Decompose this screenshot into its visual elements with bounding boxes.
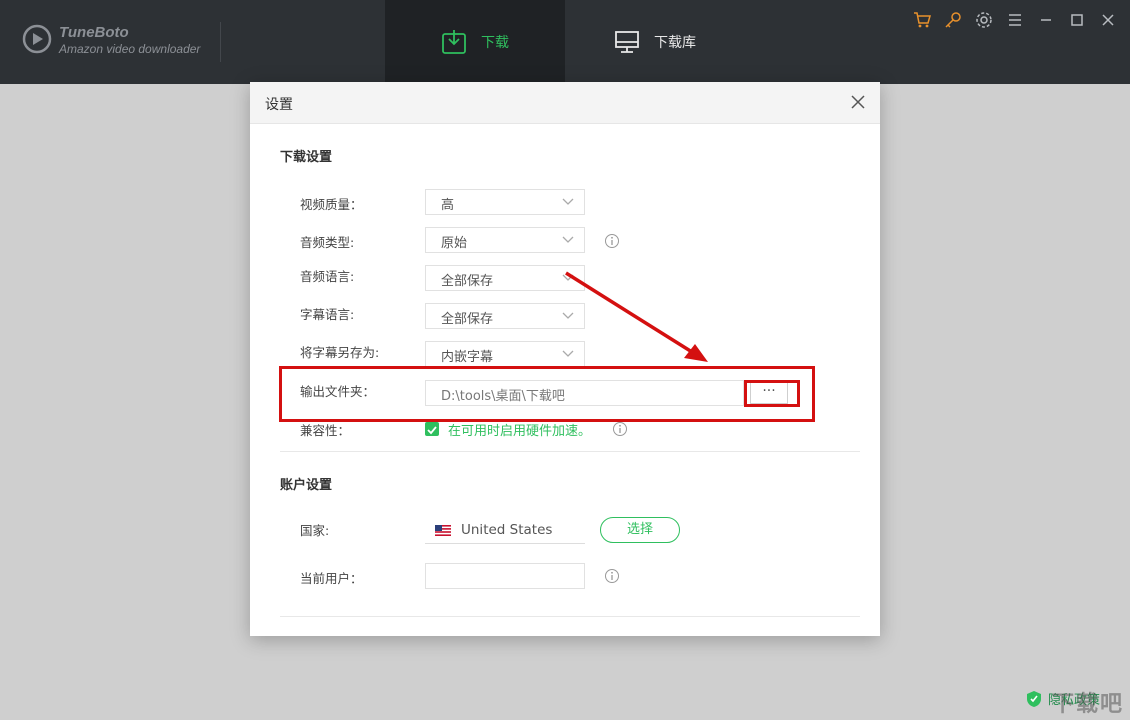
audio-language-select[interactable]: 全部保存	[425, 265, 585, 291]
chevron-down-icon	[562, 274, 574, 281]
info-icon[interactable]	[612, 421, 628, 437]
us-flag-icon	[435, 525, 451, 536]
info-icon[interactable]	[604, 233, 620, 249]
compatibility-label: 兼容性：	[300, 423, 351, 438]
chevron-down-icon	[562, 312, 574, 319]
highlight-box-small	[744, 380, 800, 407]
audio-type-value: 原始	[441, 236, 468, 251]
info-icon[interactable]	[604, 568, 620, 584]
close-icon[interactable]	[1098, 10, 1118, 30]
title-bar: TuneBoto Amazon video downloader 下载 下载库	[0, 0, 1130, 84]
audio-type-select[interactable]: 原始	[425, 227, 585, 253]
subtitle-language-value: 全部保存	[441, 312, 494, 327]
country-label: 国家:	[300, 523, 330, 538]
section-divider	[280, 451, 860, 452]
brand-name: TuneBoto	[59, 24, 129, 41]
audio-language-value: 全部保存	[441, 274, 494, 289]
chevron-down-icon	[562, 198, 574, 205]
section-divider	[280, 616, 860, 617]
key-icon[interactable]	[943, 10, 963, 30]
watermark: 下载吧	[1051, 692, 1124, 717]
save-subtitle-as-value: 内嵌字幕	[441, 350, 494, 365]
tab-library[interactable]: 下载库	[600, 0, 740, 84]
hardware-acceleration-checkbox[interactable]	[425, 422, 439, 436]
audio-language-label: 音频语言:	[300, 269, 355, 284]
highlight-box	[279, 366, 815, 422]
country-field: United States	[425, 518, 585, 544]
current-user-field[interactable]	[425, 563, 585, 589]
save-subtitle-as-select[interactable]: 内嵌字幕	[425, 341, 585, 367]
select-country-button[interactable]: 选择	[600, 517, 680, 543]
brand: TuneBoto Amazon video downloader	[59, 24, 200, 56]
hardware-acceleration-label: 在可用时启用硬件加速。	[448, 424, 592, 439]
tab-download-label: 下载	[481, 35, 509, 51]
download-icon	[442, 30, 466, 54]
checkmark-icon	[427, 426, 437, 435]
menu-icon[interactable]	[1005, 10, 1025, 30]
tab-download[interactable]: 下载	[385, 0, 565, 84]
shield-icon	[1026, 690, 1041, 707]
current-user-label: 当前用户：	[300, 571, 363, 586]
minimize-icon[interactable]	[1036, 10, 1056, 30]
dialog-title: 设置	[265, 97, 293, 113]
video-quality-label: 视频质量：	[300, 197, 363, 212]
brand-subtitle: Amazon video downloader	[59, 42, 201, 56]
tab-library-label: 下载库	[654, 35, 696, 51]
audio-type-label: 音频类型:	[300, 235, 355, 250]
settings-dialog: 设置 下载设置 视频质量： 高 音频类型: 原始 音频语言: 全部保存 字幕语言…	[250, 82, 880, 636]
gear-icon[interactable]	[974, 10, 994, 30]
cart-icon[interactable]	[912, 10, 932, 30]
dialog-close-icon[interactable]	[850, 94, 866, 110]
save-subtitle-as-label: 将字幕另存为:	[300, 345, 380, 360]
download-settings-title: 下载设置	[280, 150, 333, 165]
country-value: United States	[461, 522, 553, 538]
subtitle-language-label: 字幕语言:	[300, 307, 355, 322]
app-logo-icon	[22, 24, 52, 54]
dialog-header: 设置	[250, 82, 880, 124]
monitor-icon	[615, 31, 639, 53]
video-quality-select[interactable]: 高	[425, 189, 585, 215]
brand-divider	[220, 22, 221, 62]
subtitle-language-select[interactable]: 全部保存	[425, 303, 585, 329]
maximize-icon[interactable]	[1067, 10, 1087, 30]
chevron-down-icon	[562, 350, 574, 357]
window-controls	[912, 10, 1118, 30]
account-settings-title: 账户设置	[280, 478, 333, 493]
chevron-down-icon	[562, 236, 574, 243]
video-quality-value: 高	[441, 198, 455, 213]
